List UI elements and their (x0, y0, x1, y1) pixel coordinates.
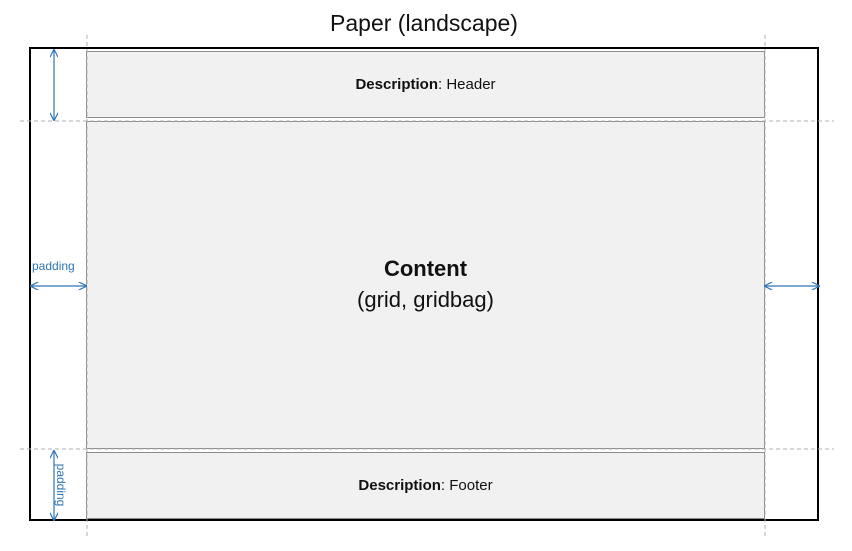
guides-and-arrows (20, 35, 834, 536)
padding-label-bottom: padding (54, 463, 68, 507)
padding-label-left: padding (32, 259, 75, 273)
